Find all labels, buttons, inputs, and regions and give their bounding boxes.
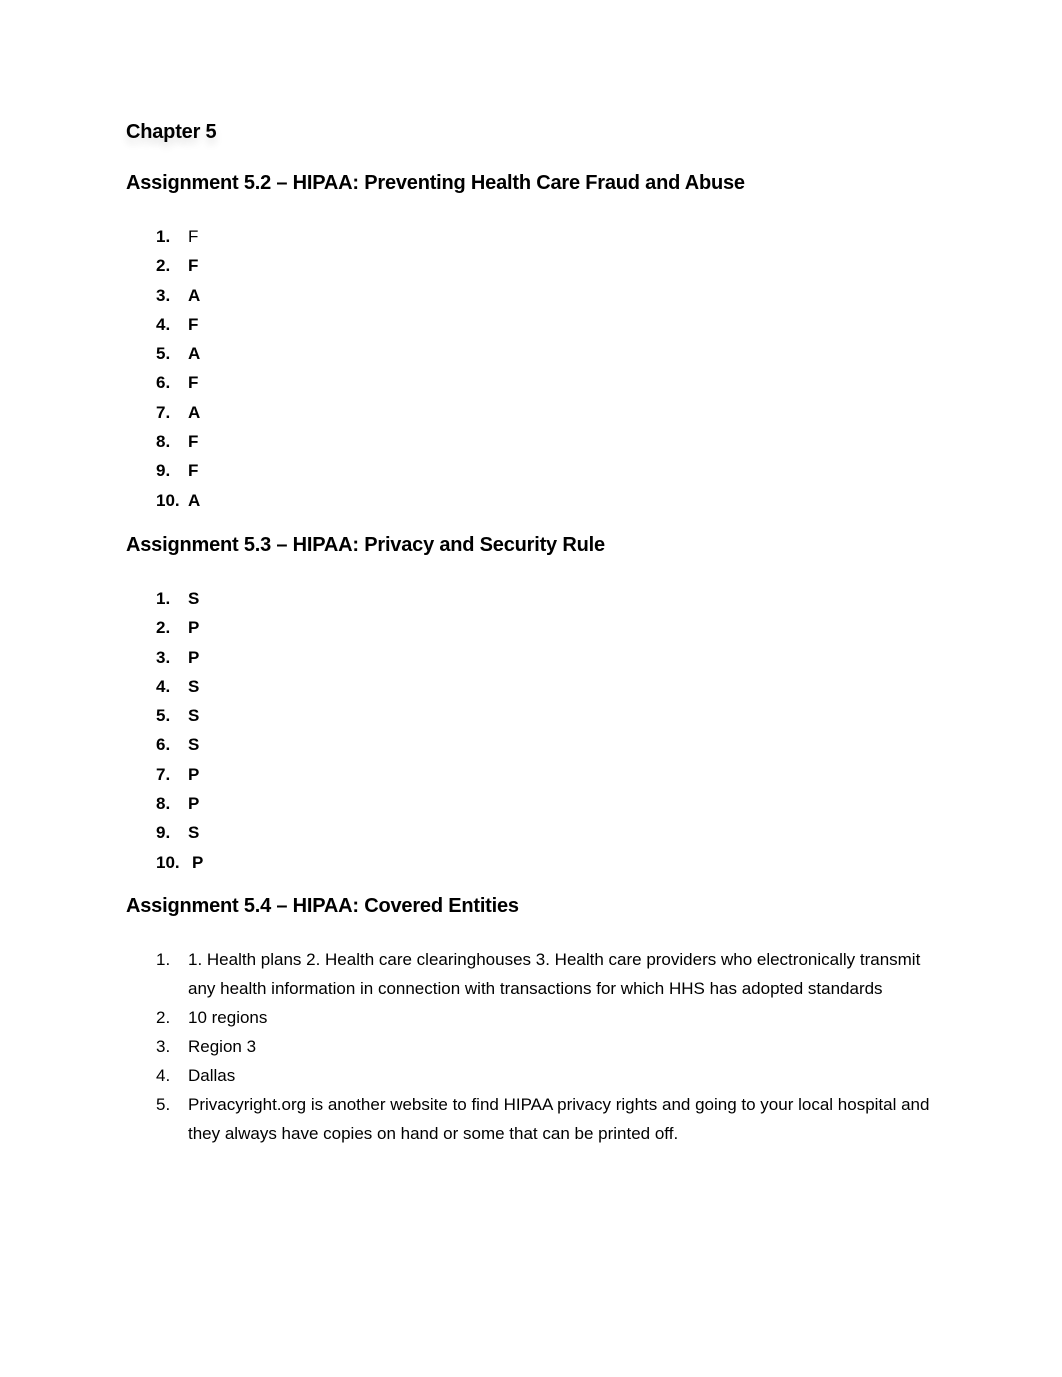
answer-list-5-2: 1. F 2. F 3. A 4. F 5. A 6. F 7. A 8. F 9. F 10. A — [126, 222, 200, 515]
list-item: 4. Dallas — [156, 1066, 236, 1085]
list-item: 6. F — [156, 373, 199, 393]
list-item: 5. S — [156, 706, 200, 726]
list-item: 10. P — [156, 852, 204, 872]
list-item: 7. P — [156, 764, 200, 784]
answer-list-5-3: 1. S 2. P 3. P 4. S 5. S 6. S 7. P 8. P 9. S 10. P — [126, 584, 203, 877]
list-item: 9. S — [156, 823, 200, 843]
list-item: 8. P — [156, 794, 200, 814]
list-item: 6. S — [156, 735, 200, 755]
list-item: 4. F — [156, 314, 199, 334]
section-heading-5-2: Assignment 5.2 – HIPAA: Preventing Healt… — [126, 172, 745, 194]
list-item: 10. A — [156, 490, 201, 510]
list-item: 1. 1. Health plans 2. Health care clearin… — [156, 950, 921, 998]
list-item: 3. P — [156, 647, 200, 667]
list-item: 7. A — [156, 402, 201, 422]
list-item: 5. Privacyright.org is another website to… — [156, 1095, 930, 1143]
section-heading-5-3: Assignment 5.3 – HIPAA: Privacy and Secu… — [126, 534, 605, 556]
list-item: 8. F — [156, 432, 199, 452]
chapter-title: Chapter 5 — [126, 121, 217, 143]
list-item: 9. F — [156, 461, 199, 481]
section-heading-5-4: Assignment 5.4 – HIPAA: Covered Entities — [126, 895, 519, 917]
list-item: 1. S — [156, 589, 200, 608]
list-item: 4. S — [156, 676, 200, 696]
answer-list-5-4: 1. 1. Health plans 2. Health care clearin… — [126, 945, 946, 1148]
list-item: 5. A — [156, 344, 201, 364]
list-item: 2. P — [156, 618, 200, 638]
list-item: 1. F — [156, 227, 199, 246]
list-item: 3. Region 3 — [156, 1037, 257, 1056]
list-item: 2. 10 regions — [156, 1008, 268, 1027]
list-item: 2. F — [156, 256, 199, 276]
list-item: 3. A — [156, 285, 201, 305]
